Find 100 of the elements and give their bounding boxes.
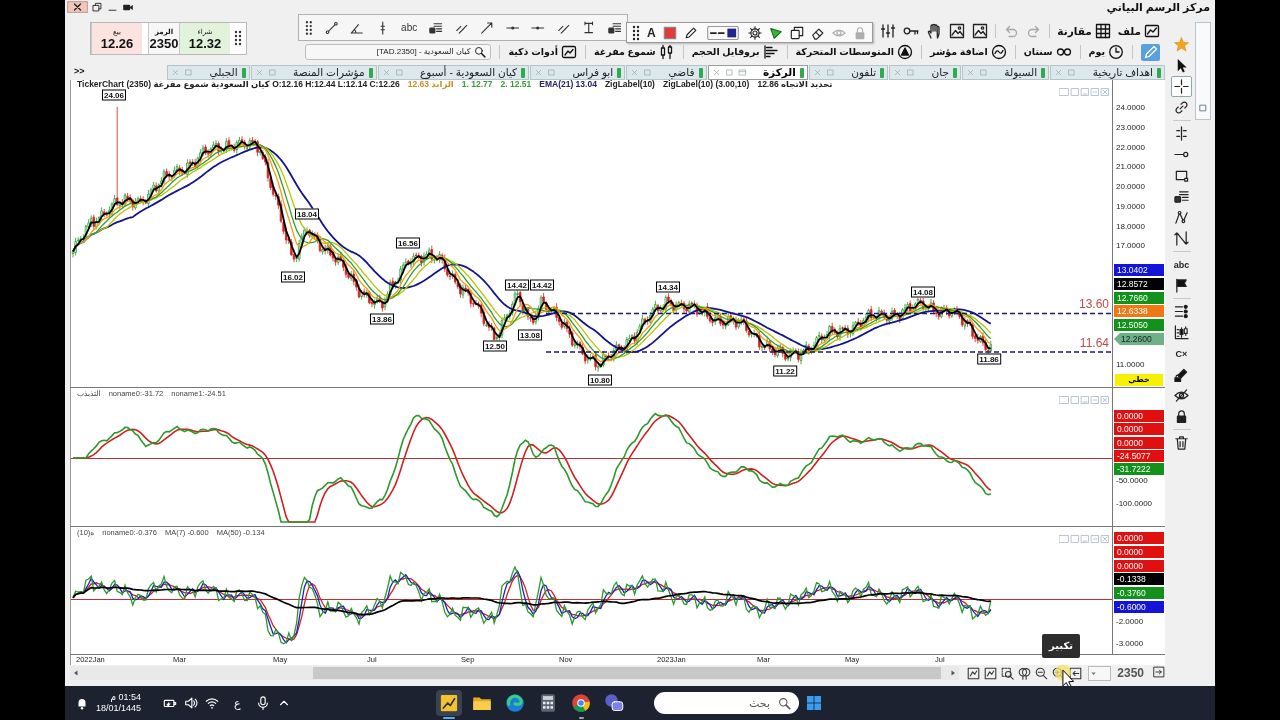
axis-label: 23.0000: [1116, 122, 1145, 133]
picture-icon[interactable]: [972, 23, 989, 39]
color-swatch-icon[interactable]: [662, 25, 677, 40]
arrow-left-icon[interactable]: [1068, 666, 1082, 680]
crosshair-icon[interactable]: [1171, 76, 1192, 97]
add-indicator-button[interactable]: اضافة مؤشر: [930, 44, 1007, 60]
axis-label: 18.0000: [1116, 221, 1145, 232]
search-field[interactable]: [TAD.2350] - كيان السعودية: [305, 44, 492, 60]
link-icon[interactable]: [1174, 100, 1189, 115]
copy-icon[interactable]: [789, 25, 804, 40]
i-beam-icon[interactable]: [582, 20, 596, 35]
triangle-icon[interactable]: [768, 25, 783, 40]
chart-box-icon[interactable]: [966, 666, 980, 680]
axis-label: -100.0000: [1116, 499, 1153, 509]
smart-tools-button[interactable]: أدوات ذكية: [508, 44, 577, 60]
zigzag-icon[interactable]: [1174, 231, 1189, 246]
arrow-right-icon[interactable]: [1153, 666, 1165, 678]
pencil-icon[interactable]: [683, 25, 698, 40]
scroll-right-icon[interactable]: [948, 669, 957, 677]
chart-box-icon: [561, 44, 577, 60]
windows-logo-icon[interactable]: [806, 695, 822, 711]
zoom-area-icon[interactable]: [1000, 666, 1014, 680]
chart-type-label[interactable]: خطي: [1115, 374, 1163, 386]
hand-icon[interactable]: [926, 23, 943, 39]
text-tool-button[interactable]: abc: [1171, 257, 1192, 272]
tab-label: فاضي: [667, 66, 695, 79]
clock-time[interactable]: 01:54 م: [96, 692, 142, 703]
tab-label: مؤشرات المنصة: [292, 66, 365, 79]
triangle-circle-icon: [897, 44, 913, 60]
symbol-field[interactable]: 2350: [1117, 666, 1147, 680]
scrollbar-thumb[interactable]: [312, 667, 941, 679]
flag-icon[interactable]: [1174, 278, 1189, 293]
tab-label: الركزة: [761, 66, 796, 79]
price-tag: 0.0000: [1114, 559, 1164, 572]
chart-box-icon[interactable]: [983, 666, 997, 680]
microphone-icon[interactable]: [255, 696, 270, 710]
line-style-icon[interactable]: [704, 25, 741, 40]
zoom-out-icon[interactable]: [1034, 666, 1048, 680]
vertical-lines-icon[interactable]: [880, 23, 897, 39]
window-title: مركز الرسم البياني: [1106, 0, 1210, 14]
clock-icon: [1108, 44, 1124, 60]
axis-label: 11.0000: [1116, 359, 1145, 370]
picture-icon[interactable]: [949, 23, 966, 39]
pitchfork-icon[interactable]: [1174, 210, 1189, 225]
font-button[interactable]: A: [647, 25, 656, 40]
axis-label: -2.0000: [1116, 617, 1144, 627]
language-indicator[interactable]: ع: [234, 696, 241, 710]
price-tag: 0.0000: [1114, 410, 1164, 422]
range-button[interactable]: سنتان: [1023, 44, 1072, 60]
chart-app-icon[interactable]: [436, 690, 462, 716]
axis-label: 20.0000: [1116, 182, 1145, 192]
price-tag: -0.6000: [1114, 601, 1164, 613]
pencil-lock-icon[interactable]: [1174, 367, 1189, 382]
price-tag: 13.0402: [1114, 264, 1164, 276]
close-icon[interactable]: [67, 1, 88, 13]
price-tag: 0.0000: [1114, 545, 1164, 558]
compare-menu[interactable]: مقارنة: [1057, 23, 1111, 39]
marker-icon: [952, 67, 957, 78]
settings-icon[interactable]: [747, 25, 762, 40]
scroll-left-icon[interactable]: [72, 669, 80, 677]
list-icon[interactable]: [1174, 304, 1189, 319]
text-tool-button[interactable]: abc: [401, 21, 418, 34]
grip-icon[interactable]: [305, 19, 313, 36]
search-icon: [778, 696, 791, 710]
arrow-line-icon[interactable]: [480, 20, 494, 35]
tab-label: ابو فراس: [571, 66, 614, 79]
price-tag: 0.0000: [1114, 436, 1164, 449]
notification-icon[interactable]: [75, 696, 89, 710]
circles-icon[interactable]: [1017, 666, 1031, 680]
square-icon: [1198, 103, 1208, 113]
candlestick-icon[interactable]: [1174, 325, 1189, 340]
file-menu[interactable]: ملف: [1117, 23, 1160, 39]
scrollbar[interactable]: [70, 666, 959, 680]
line-segment-icon[interactable]: [324, 20, 339, 35]
text-lines-icon[interactable]: [429, 20, 443, 35]
clock-date[interactable]: 18/01/1445: [96, 703, 142, 714]
grip-icon[interactable]: [234, 30, 242, 46]
grip-icon[interactable]: [632, 24, 640, 41]
trash-icon[interactable]: [1174, 435, 1189, 450]
volume-profile-button[interactable]: بروفايل الحجم: [691, 44, 779, 60]
star-icon[interactable]: [1174, 37, 1189, 52]
period-button[interactable]: يوم: [1088, 44, 1124, 60]
rectangle-icon[interactable]: [1174, 168, 1189, 183]
moving-averages-button[interactable]: المتوسطات المتحركة: [795, 44, 913, 60]
marker-icon: [698, 67, 703, 78]
clear-tool-button[interactable]: C×: [1173, 346, 1190, 361]
chart-type-button[interactable]: شموع مفرغة: [594, 44, 675, 60]
search-field[interactable]: بحث: [654, 692, 799, 714]
lock-icon[interactable]: [1174, 409, 1189, 424]
axis-label: 19.0000: [1116, 201, 1145, 212]
tab-label: كيان السعودية - أسبوع: [418, 66, 518, 79]
vertical-line-icon[interactable]: [1174, 126, 1189, 141]
text-lines-icon[interactable]: [1174, 189, 1189, 204]
volume-icon[interactable]: [184, 696, 199, 710]
restore-icon[interactable]: [92, 1, 103, 13]
tabs-overflow-button[interactable]: >>: [70, 65, 89, 80]
eye-slash-icon[interactable]: [1174, 388, 1189, 403]
text-lines-icon[interactable]: [607, 20, 621, 35]
axis-label: -50.0000: [1116, 476, 1148, 486]
wifi-icon[interactable]: [205, 696, 220, 710]
